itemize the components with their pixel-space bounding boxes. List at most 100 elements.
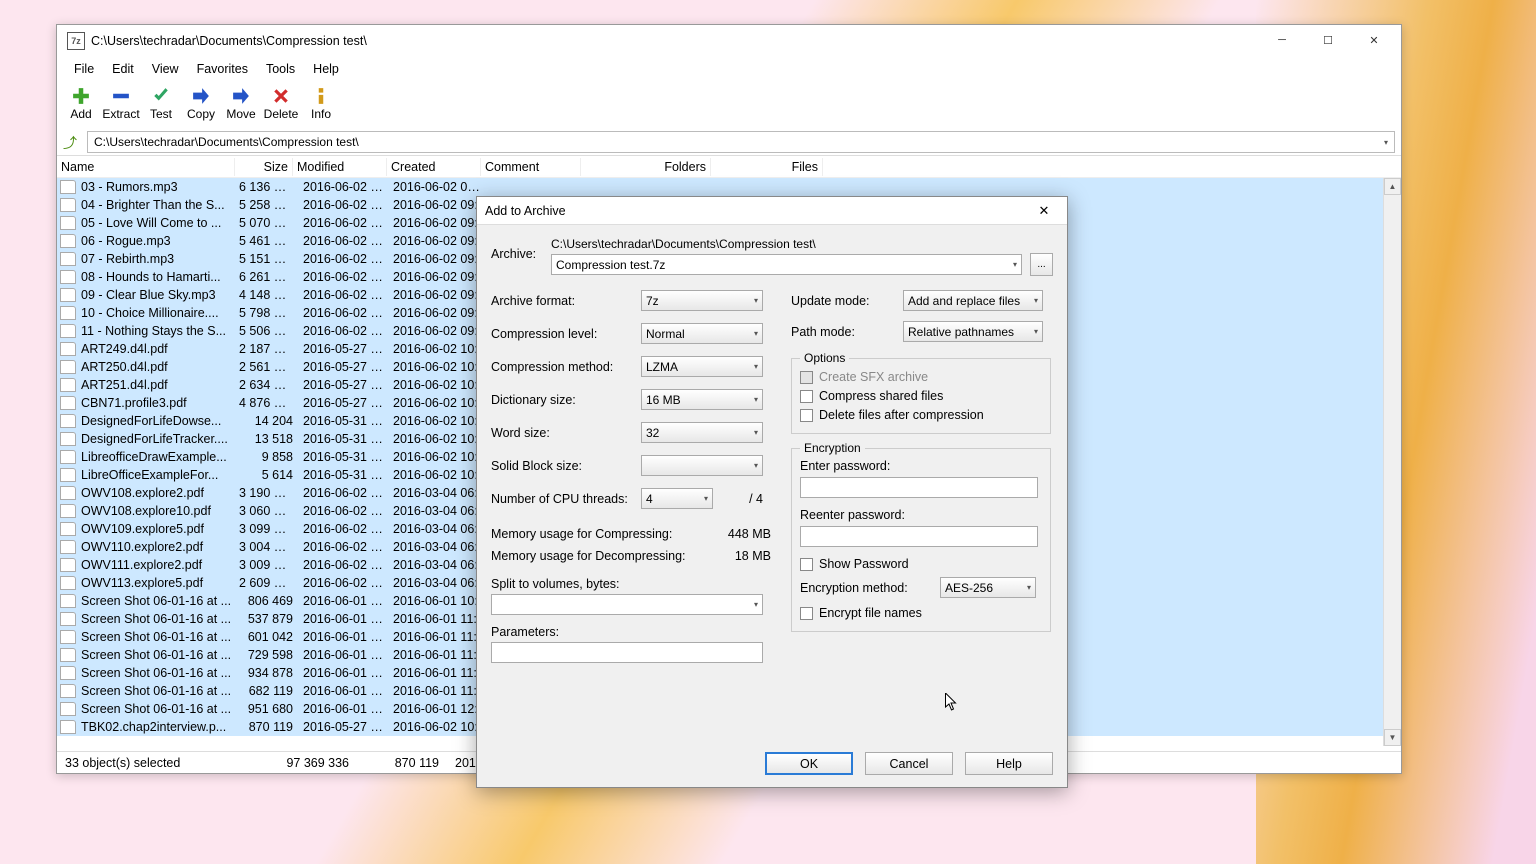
mem-compress-label: Memory usage for Compressing: — [491, 527, 672, 541]
threads-label: Number of CPU threads: — [491, 492, 641, 506]
file-icon — [60, 468, 76, 482]
file-icon — [60, 630, 76, 644]
block-label: Solid Block size: — [491, 459, 641, 473]
params-label: Parameters: — [491, 625, 771, 639]
path-mode-label: Path mode: — [791, 325, 903, 339]
dictionary-size-combo[interactable]: 16 MB▾ — [641, 389, 763, 410]
method-label: Compression method: — [491, 360, 641, 374]
file-icon — [60, 342, 76, 356]
menu-tools[interactable]: Tools — [257, 60, 304, 78]
toolbar-delete-button[interactable]: Delete — [261, 83, 301, 121]
update-mode-combo[interactable]: Add and replace files▾ — [903, 290, 1043, 311]
archive-path-text: C:\Users\techradar\Documents\Compression… — [551, 237, 1053, 251]
toolbar-add-button[interactable]: Add — [61, 83, 101, 121]
cancel-button[interactable]: Cancel — [865, 752, 953, 775]
menu-view[interactable]: View — [143, 60, 188, 78]
parameters-input[interactable] — [491, 642, 763, 663]
file-icon — [60, 684, 76, 698]
mem-compress-value: 448 MB — [728, 527, 771, 541]
archive-format-combo[interactable]: 7z▾ — [641, 290, 763, 311]
file-icon — [60, 576, 76, 590]
toolbar-extract-button[interactable]: Extract — [101, 83, 141, 121]
path-mode-combo[interactable]: Relative pathnames▾ — [903, 321, 1043, 342]
split-volumes-combo[interactable]: ▾ — [491, 594, 763, 615]
browse-button[interactable]: ... — [1030, 253, 1053, 276]
address-text: C:\Users\techradar\Documents\Compression… — [94, 135, 359, 149]
file-icon — [60, 432, 76, 446]
menu-file[interactable]: File — [65, 60, 103, 78]
dict-label: Dictionary size: — [491, 393, 641, 407]
file-icon — [60, 522, 76, 536]
column-header-folders[interactable]: Folders — [581, 158, 711, 176]
password-input[interactable] — [800, 477, 1038, 498]
archive-name-input[interactable]: Compression test.7z▾ — [551, 254, 1022, 275]
toolbar-move-button[interactable]: Move — [221, 83, 261, 121]
cursor-icon — [944, 693, 959, 711]
menu-favorites[interactable]: Favorites — [188, 60, 257, 78]
compression-level-combo[interactable]: Normal▾ — [641, 323, 763, 344]
app-icon: 7z — [67, 32, 85, 50]
update-mode-label: Update mode: — [791, 294, 903, 308]
close-button[interactable]: ✕ — [1351, 25, 1397, 55]
file-icon — [60, 306, 76, 320]
file-icon — [60, 450, 76, 464]
compression-method-combo[interactable]: LZMA▾ — [641, 356, 763, 377]
show-password-checkbox[interactable]: Show Password — [800, 557, 1042, 571]
level-label: Compression level: — [491, 327, 641, 341]
column-header-size[interactable]: Size — [235, 158, 293, 176]
file-icon — [60, 612, 76, 626]
column-header-comment[interactable]: Comment — [481, 158, 581, 176]
minimize-button[interactable]: ─ — [1259, 25, 1305, 55]
mem-decompress-label: Memory usage for Decompressing: — [491, 549, 686, 563]
file-icon — [60, 648, 76, 662]
file-icon — [60, 324, 76, 338]
reenter-password-input[interactable] — [800, 526, 1038, 547]
ok-button[interactable]: OK — [765, 752, 853, 775]
toolbar: AddExtractTestCopyMoveDeleteInfo — [57, 81, 1401, 129]
address-input[interactable]: C:\Users\techradar\Documents\Compression… — [87, 131, 1395, 153]
word-size-combo[interactable]: 32▾ — [641, 422, 763, 443]
file-icon — [60, 396, 76, 410]
toolbar-test-button[interactable]: Test — [141, 83, 181, 121]
dialog-close-button[interactable]: ✕ — [1029, 201, 1059, 221]
toolbar-info-button[interactable]: Info — [301, 83, 341, 121]
compress-shared-checkbox[interactable]: Compress shared files — [800, 389, 1042, 403]
toolbar-copy-button[interactable]: Copy — [181, 83, 221, 121]
file-icon — [60, 360, 76, 374]
max-threads-label: / 4 — [713, 492, 763, 506]
column-header-name[interactable]: Name — [57, 158, 235, 176]
encrypt-filenames-checkbox[interactable]: Encrypt file names — [800, 606, 1042, 620]
mem-decompress-value: 18 MB — [735, 549, 771, 563]
folder-up-icon[interactable]: ⤴ — [63, 133, 81, 151]
column-header-files[interactable]: Files — [711, 158, 823, 176]
file-icon — [60, 558, 76, 572]
solid-block-combo[interactable]: ▾ — [641, 455, 763, 476]
column-header-modified[interactable]: Modified — [293, 158, 387, 176]
delete-after-checkbox[interactable]: Delete files after compression — [800, 408, 1042, 422]
reenter-password-label: Reenter password: — [800, 508, 1042, 522]
add-to-archive-dialog: Add to Archive ✕ Archive: C:\Users\techr… — [476, 196, 1068, 788]
file-icon — [60, 414, 76, 428]
file-icon — [60, 540, 76, 554]
table-row[interactable]: 03 - Rumors.mp36 136 8772016-06-02 10:25… — [57, 178, 1401, 196]
encryption-method-combo[interactable]: AES-256▾ — [940, 577, 1036, 598]
file-icon — [60, 180, 76, 194]
dialog-titlebar: Add to Archive ✕ — [477, 197, 1067, 225]
status-total-size: 97 369 336 — [257, 756, 357, 770]
menubar: FileEditViewFavoritesToolsHelp — [57, 57, 1401, 81]
maximize-button[interactable]: ☐ — [1305, 25, 1351, 55]
column-headers: NameSizeModifiedCreatedCommentFoldersFil… — [57, 156, 1401, 178]
menu-help[interactable]: Help — [304, 60, 348, 78]
scroll-up-button[interactable]: ▲ — [1384, 178, 1401, 195]
menu-edit[interactable]: Edit — [103, 60, 143, 78]
file-icon — [60, 234, 76, 248]
file-icon — [60, 504, 76, 518]
sfx-checkbox: Create SFX archive — [800, 370, 1042, 384]
cpu-threads-combo[interactable]: 4▾ — [641, 488, 713, 509]
column-header-created[interactable]: Created — [387, 158, 481, 176]
help-button[interactable]: Help — [965, 752, 1053, 775]
scroll-down-button[interactable]: ▼ — [1384, 729, 1401, 746]
file-icon — [60, 288, 76, 302]
file-icon — [60, 702, 76, 716]
file-icon — [60, 198, 76, 212]
